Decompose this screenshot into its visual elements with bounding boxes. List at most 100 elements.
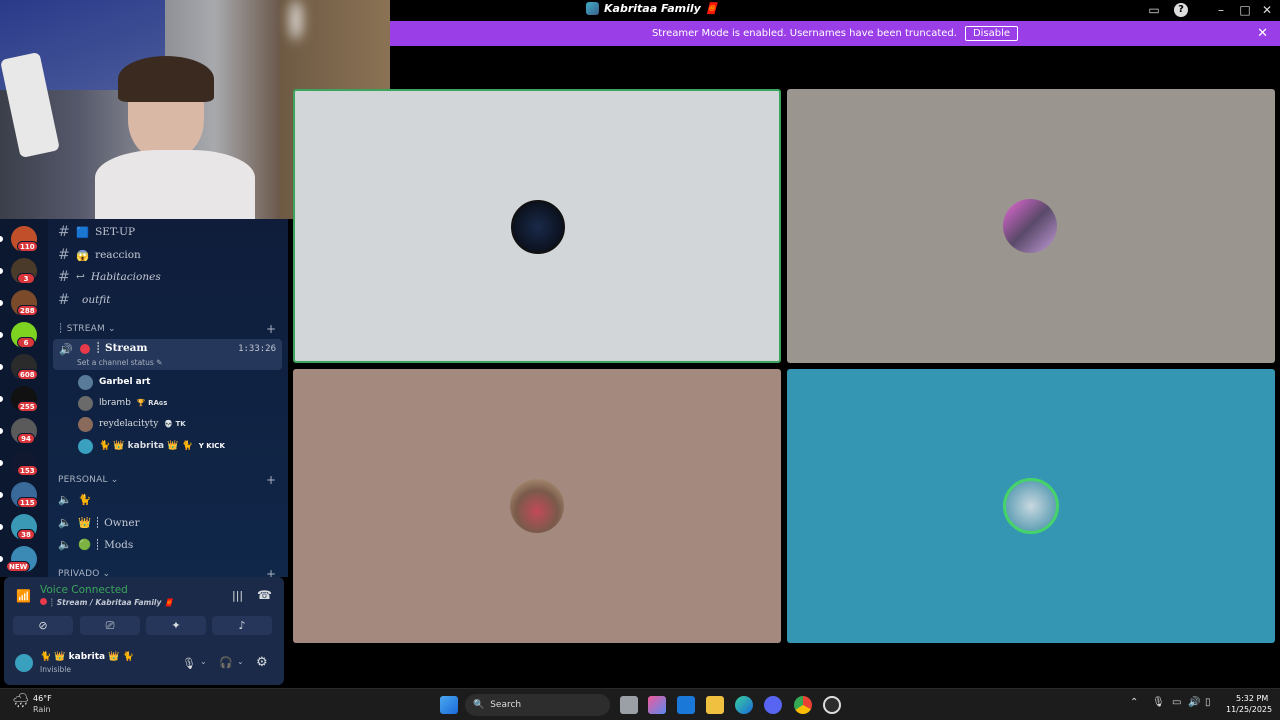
voice-user-reydelacityty[interactable]: reydelacityty 💀 TK	[78, 414, 186, 434]
voice-channel-owner[interactable]: 🔈 👑 ┊ Owner	[58, 512, 140, 532]
channel-name: outfit	[82, 294, 111, 306]
participant-avatar	[511, 200, 565, 254]
category-stream[interactable]: ┊ STREAM ⌄	[58, 324, 116, 334]
voice-channel-mods[interactable]: 🔈 🟢 ┊ Mods	[58, 534, 133, 554]
weather-temp[interactable]: 46°F	[33, 694, 52, 703]
video-tile-2[interactable]	[787, 89, 1275, 363]
disconnect-icon[interactable]: ☎	[257, 588, 272, 602]
camera-off-button[interactable]: ⊘	[13, 616, 73, 635]
hash-icon: #	[58, 224, 70, 240]
mention-badge: 110	[17, 241, 38, 252]
weather-desc: Rain	[33, 705, 51, 714]
unread-pip	[0, 268, 3, 274]
unread-pip	[0, 492, 3, 498]
video-tile-3[interactable]	[293, 369, 781, 643]
obs-icon[interactable]	[823, 696, 841, 714]
participant-avatar	[1003, 478, 1059, 534]
add-channel-icon[interactable]: +	[266, 567, 276, 577]
microphone-tray-icon[interactable]: 🎙	[1152, 697, 1165, 708]
avatar	[78, 416, 93, 432]
mention-badge: 255	[17, 401, 38, 412]
channel-reaccion[interactable]: # 😱 reaccion	[58, 245, 141, 265]
network-icon[interactable]: ▭	[1172, 697, 1181, 708]
user-tag: Y KICK	[198, 442, 225, 450]
chevron-down-icon[interactable]: ⌄	[200, 657, 207, 666]
settings-gear-icon[interactable]: ⚙	[256, 655, 268, 670]
battery-icon[interactable]: ▯	[1205, 697, 1211, 708]
inbox-icon[interactable]: ▭	[1145, 3, 1163, 18]
add-channel-icon[interactable]: +	[266, 322, 276, 336]
window-title: Kabritaa Family 🧧	[586, 2, 718, 15]
disable-streamer-mode-button[interactable]: Disable	[964, 26, 1019, 41]
noise-suppression-icon[interactable]: |||	[232, 589, 243, 602]
help-icon[interactable]: ?	[1174, 3, 1188, 17]
mention-badge: 115	[17, 497, 38, 508]
chevron-down-icon[interactable]: ⌄	[237, 657, 244, 666]
voice-user-kabrita[interactable]: 🐈 👑 kabrita 👑 🐈 Y KICK	[78, 436, 225, 456]
channel-list: # 🟦 SET-UP # 😱 reaccion # ↩ Habitaciones…	[48, 219, 288, 577]
stream-timer: 1:33:26	[238, 344, 276, 354]
category-personal[interactable]: PERSONAL ⌄	[58, 475, 118, 485]
user-avatar[interactable]	[13, 652, 35, 674]
webcam-person-hair	[118, 56, 214, 102]
share-screen-button[interactable]: ⎚	[80, 616, 140, 635]
voice-user-lbramb[interactable]: lbramb 🏆 RAɢs	[78, 393, 167, 413]
chrome-icon[interactable]	[794, 696, 812, 714]
edge-icon[interactable]	[735, 696, 753, 714]
store-icon[interactable]	[677, 696, 695, 714]
add-channel-icon[interactable]: +	[266, 473, 276, 487]
user-status: Invisible	[40, 665, 71, 674]
mention-badge: NEW	[6, 561, 31, 572]
category-privado[interactable]: PRIVADO ⌄	[58, 569, 110, 577]
signal-icon: 📶	[16, 589, 31, 603]
copilot-icon[interactable]	[648, 696, 666, 714]
maximize-button[interactable]: □	[1236, 3, 1254, 18]
channel-emoji: ↩	[76, 271, 85, 283]
live-dot-icon	[40, 598, 47, 605]
microphone-icon[interactable]: 🎙	[182, 657, 196, 670]
soundboard-button[interactable]: ♪	[212, 616, 272, 635]
unread-pip	[0, 396, 3, 402]
search-box[interactable]: 🔍 Search	[465, 694, 610, 716]
channel-name: 🐈	[78, 493, 92, 506]
voice-user-name: Garbel art	[99, 377, 151, 387]
clock-date[interactable]: 11/25/2025	[1226, 705, 1272, 714]
close-window-button[interactable]: ✕	[1258, 3, 1276, 18]
volume-icon[interactable]: 🔊	[1188, 697, 1200, 708]
user-tag: 🏆 RAɢs	[136, 399, 168, 407]
channel-habitaciones[interactable]: # ↩ Habitaciones	[58, 267, 161, 287]
voice-channel-cat[interactable]: 🔈 🐈	[58, 489, 91, 509]
unread-pip	[0, 236, 3, 242]
channel-setup[interactable]: # 🟦 SET-UP	[58, 222, 135, 242]
mention-badge: 608	[17, 369, 38, 380]
activities-button[interactable]: ✦	[146, 616, 206, 635]
avatar	[78, 374, 93, 390]
stream-voice-channel[interactable]: 🔊 ┊ Stream 1:33:26 Set a channel status …	[53, 339, 282, 370]
channel-name: 👑 ┊ Owner	[78, 516, 140, 529]
close-banner-icon[interactable]: ✕	[1257, 26, 1268, 41]
minimize-button[interactable]: –	[1212, 3, 1230, 18]
voice-location-text: ┊ Stream / Kabritaa Family 🧧	[49, 598, 174, 607]
stream-channel-name: ┊ Stream	[95, 342, 148, 354]
mention-badge: 288	[17, 305, 38, 316]
clock-time[interactable]: 5:32 PM	[1236, 694, 1268, 703]
headphones-icon[interactable]: 🎧	[219, 656, 233, 669]
window-title-text: Kabritaa Family 🧧	[604, 2, 719, 15]
user-tag: 💀 TK	[164, 420, 186, 428]
channel-name: SET-UP	[95, 226, 136, 238]
voice-user-name: reydelacityty	[99, 419, 159, 429]
channel-status-link[interactable]: Set a channel status ✎	[77, 358, 162, 367]
discord-icon[interactable]	[764, 696, 782, 714]
start-icon[interactable]	[440, 696, 458, 714]
task-view-icon[interactable]	[620, 696, 638, 714]
channel-outfit[interactable]: # outfit	[58, 290, 111, 310]
video-tile-1[interactable]	[293, 89, 781, 363]
file-explorer-icon[interactable]	[706, 696, 724, 714]
voice-user-garbel[interactable]: Garbel art	[78, 372, 150, 392]
video-tile-4[interactable]	[787, 369, 1275, 643]
unread-pip	[0, 556, 3, 562]
voice-location[interactable]: ┊ Stream / Kabritaa Family 🧧	[40, 598, 173, 607]
speaker-icon: 🔈	[58, 516, 72, 529]
unread-pip	[0, 332, 3, 338]
chevron-up-icon[interactable]: ⌃	[1130, 697, 1138, 708]
